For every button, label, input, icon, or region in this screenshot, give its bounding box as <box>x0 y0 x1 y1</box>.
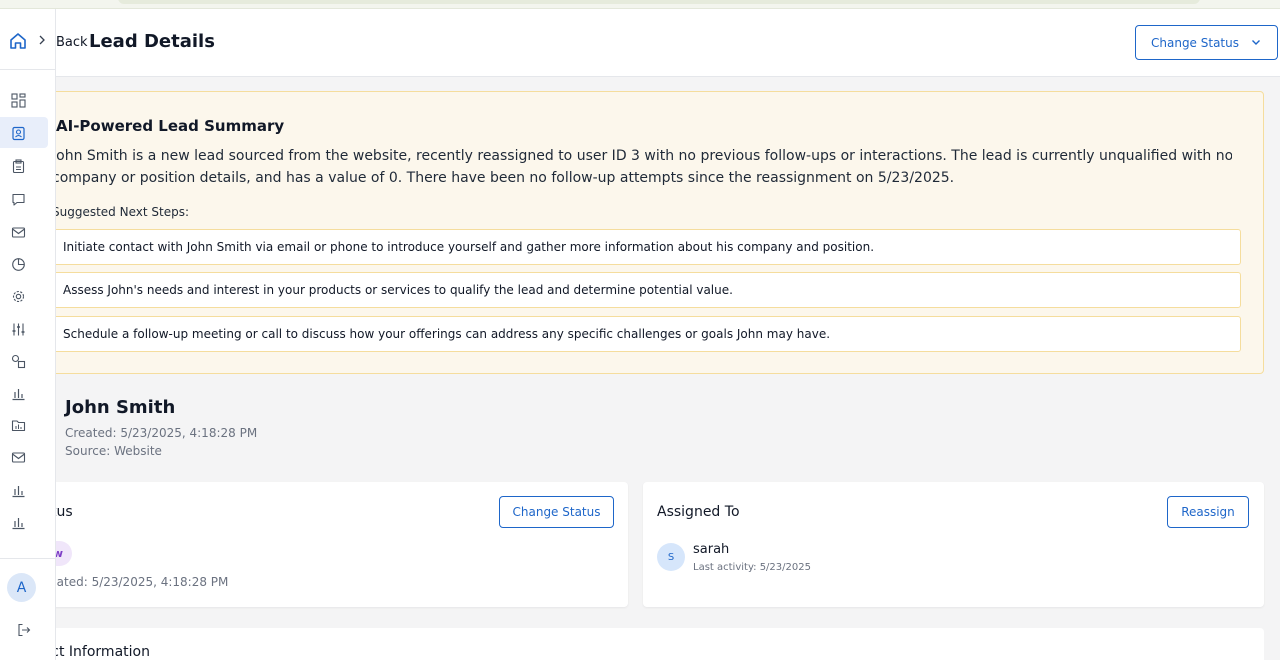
contact-info-card <box>36 628 1264 660</box>
bar-chart-icon[interactable] <box>11 483 26 498</box>
ai-summary-text: John Smith is a new lead sourced from th… <box>52 145 1232 189</box>
ai-summary-line: John Smith is a new lead sourced from th… <box>52 148 1232 164</box>
lead-created: Created: 5/23/2025, 4:18:28 PM <box>65 426 258 440</box>
home-icon[interactable] <box>8 31 28 51</box>
assignee-last-activity: Last activity: 5/23/2025 <box>693 562 811 573</box>
gear-icon[interactable] <box>11 289 26 304</box>
sidebar-divider <box>0 558 56 559</box>
assignee-name: sarah <box>693 542 730 557</box>
sliders-icon[interactable] <box>11 322 26 337</box>
next-step-item: Schedule a follow-up meeting or call to … <box>50 316 1241 352</box>
ai-summary-title: AI-Powered Lead Summary <box>56 117 285 135</box>
folder-chart-icon[interactable] <box>11 418 26 433</box>
reassign-button[interactable]: Reassign <box>1167 496 1249 528</box>
bar-chart-icon[interactable] <box>11 386 26 401</box>
next-steps-label: Suggested Next Steps: <box>52 205 189 219</box>
next-step-item: Initiate contact with John Smith via ema… <box>50 229 1241 265</box>
mail-icon[interactable] <box>11 225 26 240</box>
user-avatar[interactable]: A <box>7 573 36 602</box>
dashboard-icon[interactable] <box>11 93 26 108</box>
shapes-icon[interactable] <box>11 354 26 369</box>
pie-chart-icon[interactable] <box>11 257 26 272</box>
clipboard-icon[interactable] <box>11 159 26 174</box>
chevron-right-icon[interactable] <box>37 34 47 46</box>
contacts-icon[interactable] <box>11 126 26 141</box>
avatar: S <box>657 543 685 571</box>
bar-chart-icon[interactable] <box>11 515 26 530</box>
next-step-item: Assess John's needs and interest in your… <box>50 272 1241 308</box>
change-status-button[interactable]: Change Status <box>499 496 614 528</box>
sidebar: A <box>0 9 56 660</box>
main-content: AI-Powered Lead Summary John Smith is a … <box>0 0 1280 660</box>
chat-icon[interactable] <box>11 192 26 207</box>
sidebar-divider <box>0 69 56 70</box>
lead-source: Source: Website <box>65 444 162 458</box>
lead-name: John Smith <box>65 397 176 418</box>
assigned-card-title: Assigned To <box>657 504 740 520</box>
ai-summary-line: company or position details, and has a v… <box>52 170 955 186</box>
logout-icon[interactable] <box>17 623 31 637</box>
mail-icon[interactable] <box>11 450 26 465</box>
